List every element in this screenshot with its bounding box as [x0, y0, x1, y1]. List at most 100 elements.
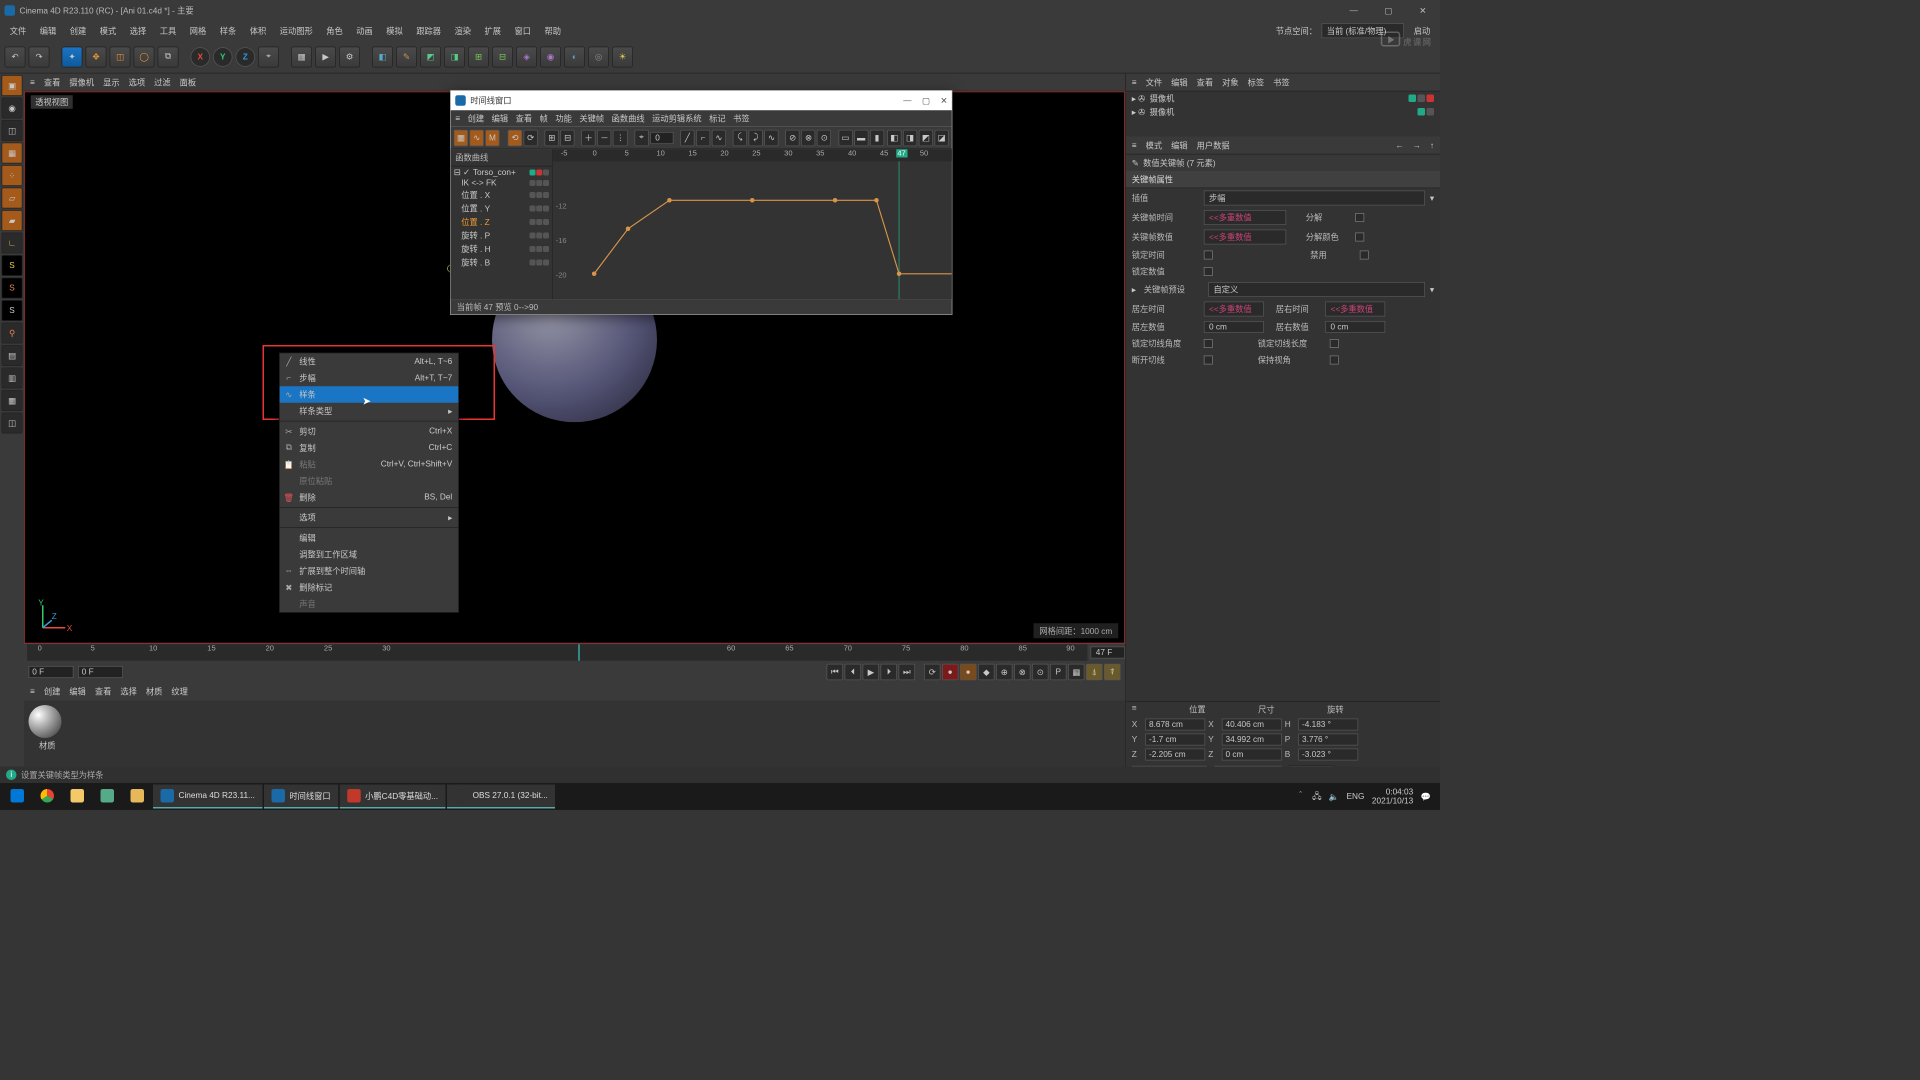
- polys-mode-button[interactable]: ▰: [2, 210, 23, 231]
- mat-hamburger-icon[interactable]: ≡: [30, 687, 35, 696]
- ctx-fitwork[interactable]: 调整到工作区域: [280, 546, 459, 563]
- workplane-button[interactable]: ▦: [2, 143, 23, 164]
- axis-mode-button[interactable]: ∟: [2, 233, 23, 254]
- tlm-fcurve[interactable]: 函数曲线: [612, 113, 645, 125]
- tray-network-icon[interactable]: 🖧: [1312, 789, 1321, 803]
- om-menu-tags[interactable]: 标签: [1248, 76, 1265, 88]
- menu-create[interactable]: 创建: [65, 23, 92, 40]
- render-region-button[interactable]: ▶: [315, 46, 336, 67]
- om-menu-edit[interactable]: 编辑: [1171, 76, 1188, 88]
- tlm-motionclip[interactable]: 运动剪辑系统: [652, 113, 702, 125]
- tlm-frame[interactable]: 帧: [540, 113, 548, 125]
- vp-menu-display[interactable]: 显示: [103, 76, 120, 88]
- task-app2[interactable]: [123, 785, 152, 809]
- tl-track-row[interactable]: 旋转 . B: [451, 256, 552, 270]
- goto-end-button[interactable]: ⏭: [899, 664, 916, 681]
- tl-snap-button[interactable]: ⌖: [634, 129, 648, 146]
- ctx-copy[interactable]: ⧉复制Ctrl+C: [280, 440, 459, 457]
- tl-delkey-button[interactable]: －: [597, 129, 611, 146]
- task-app1[interactable]: [93, 785, 122, 809]
- tray-notifications-icon[interactable]: 💬: [1421, 792, 1431, 802]
- tl-opt2-button[interactable]: ◨: [903, 129, 917, 146]
- mat-menu-texture[interactable]: 纹理: [171, 686, 188, 698]
- tl-tangent1-button[interactable]: ⊘: [785, 129, 799, 146]
- object-row[interactable]: ▸ ✇ 摄像机: [1126, 105, 1440, 119]
- menu-tracker[interactable]: 跟踪器: [411, 23, 446, 40]
- record-button[interactable]: ●: [942, 664, 959, 681]
- camera-button[interactable]: ◎: [588, 46, 609, 67]
- lockang-checkbox[interactable]: [1204, 339, 1213, 348]
- menu-spline[interactable]: 样条: [215, 23, 242, 40]
- timeline-window[interactable]: 时间线窗口 ― ▢ ✕ ≡ 创建 编辑 查看 帧 功能 关键帧 函数曲线 运动剪…: [450, 90, 953, 315]
- menu-volume[interactable]: 体积: [245, 23, 272, 40]
- menu-help[interactable]: 帮助: [539, 23, 566, 40]
- snap-button[interactable]: ⚲: [2, 323, 23, 344]
- tl-opt4-button[interactable]: ◪: [934, 129, 948, 146]
- model-mode-button[interactable]: ◉: [2, 98, 23, 119]
- material-preview-icon[interactable]: [29, 705, 62, 738]
- tl-graph[interactable]: -5 0 5 10 15 20 25 30 35 40 45 47 50 -12…: [553, 149, 952, 299]
- object-tree[interactable]: ▸ ✇ 摄像机 ▸ ✇ 摄像机: [1126, 92, 1440, 137]
- dropdown-chevron-icon[interactable]: ▾: [1430, 285, 1434, 295]
- tlm-edit[interactable]: 编辑: [492, 113, 509, 125]
- pen-tool-button[interactable]: ✎: [396, 46, 417, 67]
- quantize-button[interactable]: ▤: [2, 345, 23, 366]
- menu-mode[interactable]: 模式: [95, 23, 122, 40]
- key-interp2-button[interactable]: ⍒: [1104, 664, 1121, 681]
- tl-track-row[interactable]: ⊟ ✓Torso_con+: [451, 167, 552, 178]
- minimize-button[interactable]: ―: [1337, 0, 1372, 21]
- vp-menu-cameras[interactable]: 摄像机: [69, 76, 94, 88]
- tl-opt3-button[interactable]: ◩: [919, 129, 933, 146]
- preset-dropdown[interactable]: 自定义: [1208, 282, 1425, 297]
- size-z-input[interactable]: 0 cm: [1222, 749, 1282, 761]
- dropdown-chevron-icon[interactable]: ▾: [1430, 193, 1434, 203]
- ctx-fittl[interactable]: ⇔扩展到整个时间轴: [280, 563, 459, 580]
- key-param-button[interactable]: P: [1050, 664, 1067, 681]
- tlm-bookmark[interactable]: 书签: [733, 113, 750, 125]
- autokey-button[interactable]: ●: [960, 664, 977, 681]
- tl-opt1-button[interactable]: ◧: [887, 129, 901, 146]
- axis-z-toggle[interactable]: Z: [236, 47, 256, 67]
- interp-dropdown[interactable]: 步幅: [1204, 191, 1426, 206]
- menu-file[interactable]: 文件: [5, 23, 32, 40]
- light-button[interactable]: ☀: [612, 46, 633, 67]
- planar-button[interactable]: ◫: [2, 413, 23, 434]
- vp-menu-filter[interactable]: 过滤: [154, 76, 171, 88]
- tlm-marker[interactable]: 标记: [709, 113, 726, 125]
- tl-addkey-button[interactable]: ＋: [582, 129, 596, 146]
- tl-region1-button[interactable]: ▭: [838, 129, 852, 146]
- tray-chevron-icon[interactable]: ＾: [1296, 791, 1304, 803]
- keytime-field[interactable]: <<多重数值: [1204, 210, 1287, 225]
- ctx-options[interactable]: 选项▸: [280, 509, 459, 526]
- ctx-delmark[interactable]: ✖删除标记: [280, 579, 459, 596]
- scale-tool-button[interactable]: ◫: [110, 46, 131, 67]
- tl-track-tree[interactable]: 函数曲线 ⊟ ✓Torso_con+ IK <-> FK 位置 . X 位置 .…: [451, 149, 553, 299]
- lockval-checkbox[interactable]: [1204, 267, 1213, 276]
- mat-menu-view[interactable]: 查看: [95, 686, 112, 698]
- axis-x-toggle[interactable]: X: [191, 47, 211, 67]
- live-select-button[interactable]: ✦: [62, 46, 83, 67]
- lrn-field[interactable]: 0 cm: [1325, 321, 1385, 333]
- menu-extensions[interactable]: 扩展: [479, 23, 506, 40]
- tl-tangent2-button[interactable]: ⊗: [801, 129, 815, 146]
- key-interp1-button[interactable]: ⍋: [1086, 664, 1103, 681]
- key-scale-button[interactable]: ⊗: [1014, 664, 1031, 681]
- tl-framesel-button[interactable]: ⊞: [545, 129, 559, 146]
- size-y-input[interactable]: 34.992 cm: [1222, 734, 1282, 746]
- key-pos-button[interactable]: ⊕: [996, 664, 1013, 681]
- task-chrome[interactable]: [33, 785, 62, 809]
- play-button[interactable]: ▶: [863, 664, 880, 681]
- rot-h-input[interactable]: -4.183 °: [1298, 719, 1358, 731]
- om-menu-object[interactable]: 对象: [1222, 76, 1239, 88]
- task-tutorial[interactable]: 小鹏C4D零基础动...: [340, 785, 446, 809]
- render-view-button[interactable]: ▦: [291, 46, 312, 67]
- tl-region2-button[interactable]: ▬: [854, 129, 868, 146]
- break-checkbox[interactable]: [1204, 356, 1213, 365]
- make-editable-button[interactable]: ▣: [2, 75, 23, 96]
- tl-easeout-button[interactable]: ⤸: [749, 129, 763, 146]
- move-tool-button[interactable]: ✥: [86, 46, 107, 67]
- tl-track-row[interactable]: 旋转 . P: [451, 229, 552, 243]
- pos-x-input[interactable]: 8.678 cm: [1145, 719, 1205, 731]
- tl-frameall-button[interactable]: ⊟: [560, 129, 574, 146]
- attr-menu-edit[interactable]: 编辑: [1171, 139, 1188, 151]
